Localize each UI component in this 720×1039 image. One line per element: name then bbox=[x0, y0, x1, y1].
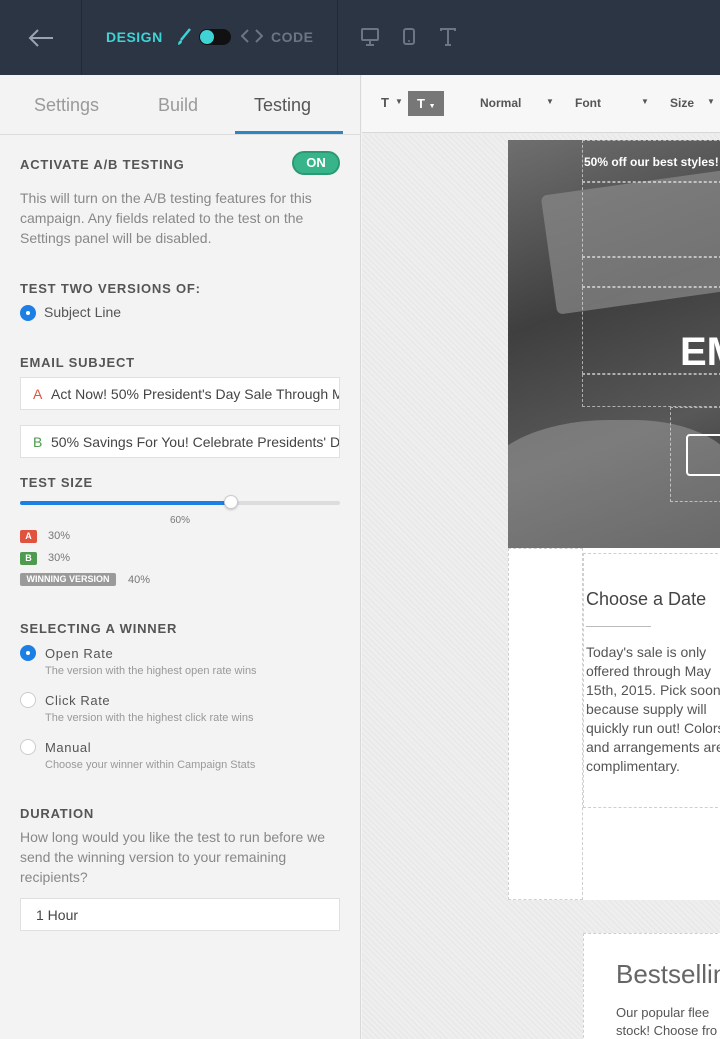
email-subject-heading: EMAIL SUBJECT bbox=[20, 355, 135, 370]
manual-description: Choose your winner within Campaign Stats bbox=[45, 759, 256, 771]
open-rate-radio[interactable] bbox=[20, 645, 36, 661]
test-versions-heading: TEST TWO VERSIONS OF: bbox=[20, 281, 201, 296]
test-size-slider[interactable] bbox=[20, 501, 340, 505]
design-mode-label[interactable]: DESIGN bbox=[106, 29, 163, 45]
subject-a-input[interactable]: A Act Now! 50% President's Day Sale Thro… bbox=[20, 377, 340, 410]
email-editor: T ▼ T ▼ Normal ▼ Font ▼ Size ▼ 50% off o… bbox=[362, 75, 720, 1039]
top-bar: DESIGN CODE bbox=[0, 0, 720, 75]
desktop-icon[interactable] bbox=[361, 27, 379, 47]
duration-select[interactable]: 1 Hour bbox=[20, 898, 340, 931]
selecting-winner-heading: SELECTING A WINNER bbox=[20, 621, 178, 636]
hero-spacer-block[interactable] bbox=[582, 257, 720, 287]
badge-b: B bbox=[20, 552, 37, 565]
manual-label: Manual bbox=[45, 740, 92, 755]
hero-heading: EM bbox=[680, 330, 720, 374]
version-b-percentage: 30% bbox=[48, 552, 71, 564]
click-rate-description: The version with the highest click rate … bbox=[45, 712, 254, 724]
hero-spacer-block[interactable] bbox=[582, 374, 720, 407]
manual-radio[interactable] bbox=[20, 739, 36, 755]
block-paragraph: Today's sale is only offered through May… bbox=[586, 644, 720, 774]
version-b-letter: B bbox=[33, 434, 43, 450]
slider-fill bbox=[20, 501, 232, 505]
code-icon bbox=[241, 29, 263, 43]
hero-promo-text: 50% off our best styles! bbox=[584, 155, 719, 169]
hero-spacer-block[interactable] bbox=[582, 182, 720, 257]
click-rate-label: Click Rate bbox=[45, 693, 111, 708]
back-arrow-icon bbox=[28, 28, 53, 47]
open-rate-description: The version with the highest open rate w… bbox=[45, 665, 257, 677]
heading-divider bbox=[586, 626, 651, 627]
duration-heading: DURATION bbox=[20, 806, 95, 821]
block-heading: Choose a Date bbox=[586, 589, 707, 609]
tab-build[interactable]: Build bbox=[158, 95, 198, 116]
badge-a: A bbox=[20, 530, 37, 543]
hero-cta-button[interactable] bbox=[686, 434, 720, 476]
ab-testing-toggle[interactable]: ON bbox=[292, 151, 340, 175]
version-a-letter: A bbox=[33, 386, 43, 402]
panel-tabs: Settings Build Testing bbox=[0, 75, 361, 135]
slider-handle[interactable] bbox=[224, 495, 239, 509]
test-size-value: 60% bbox=[170, 515, 191, 526]
tab-testing[interactable]: Testing bbox=[254, 95, 311, 116]
text-toolbar: T ▼ T ▼ Normal ▼ Font ▼ Size ▼ bbox=[362, 75, 720, 133]
duration-description: How long would you like the test to run … bbox=[20, 829, 326, 885]
mobile-icon[interactable] bbox=[403, 27, 415, 47]
chevron-down-icon: ▼ bbox=[428, 103, 436, 110]
chevron-down-icon: ▼ bbox=[395, 97, 403, 106]
toggle-knob bbox=[200, 30, 214, 44]
ab-testing-heading: ACTIVATE A/B TESTING bbox=[20, 157, 185, 172]
text-background-button[interactable]: T ▼ bbox=[408, 91, 444, 116]
toolbar-divider bbox=[337, 0, 338, 75]
chevron-down-icon: ▼ bbox=[546, 97, 554, 106]
subject-line-label: Subject Line bbox=[44, 304, 122, 320]
winning-version-percentage: 40% bbox=[128, 574, 151, 586]
chevron-down-icon: ▼ bbox=[641, 97, 649, 106]
size-select[interactable]: Size bbox=[670, 96, 694, 110]
text-background-label: T bbox=[417, 96, 425, 111]
tab-settings[interactable]: Settings bbox=[34, 95, 99, 116]
bestsellers-heading: Bestsellin bbox=[616, 959, 720, 989]
font-select[interactable]: Font bbox=[575, 96, 601, 110]
paragraph-style-select[interactable]: Normal bbox=[480, 96, 521, 110]
open-rate-label: Open Rate bbox=[45, 646, 114, 661]
subject-a-text: Act Now! 50% President's Day Sale Throug… bbox=[51, 386, 340, 402]
text-style-button[interactable]: T bbox=[381, 95, 389, 110]
subject-b-input[interactable]: B 50% Savings For You! Celebrate Preside… bbox=[20, 425, 340, 458]
code-mode-label[interactable]: CODE bbox=[271, 29, 313, 45]
active-tab-indicator bbox=[235, 131, 343, 134]
version-a-percentage: 30% bbox=[48, 530, 71, 542]
chevron-down-icon: ▼ bbox=[707, 97, 715, 106]
bestsellers-paragraph: Our popular flee stock! Choose fro bbox=[616, 1005, 718, 1038]
test-size-heading: TEST SIZE bbox=[20, 475, 93, 490]
design-code-toggle[interactable] bbox=[199, 29, 231, 45]
text-icon[interactable] bbox=[439, 27, 457, 47]
ab-testing-description: This will turn on the A/B testing featur… bbox=[20, 190, 312, 246]
brush-icon bbox=[178, 28, 191, 45]
testing-panel: Settings Build Testing ACTIVATE A/B TEST… bbox=[0, 75, 361, 1039]
image-column[interactable] bbox=[508, 548, 583, 900]
ab-toggle-label: ON bbox=[306, 155, 326, 170]
winning-version-badge: WINNING VERSION bbox=[20, 573, 116, 586]
subject-line-radio[interactable] bbox=[20, 305, 36, 321]
subject-b-text: 50% Savings For You! Celebrate President… bbox=[51, 434, 340, 450]
click-rate-radio[interactable] bbox=[20, 692, 36, 708]
back-button[interactable] bbox=[0, 0, 82, 75]
